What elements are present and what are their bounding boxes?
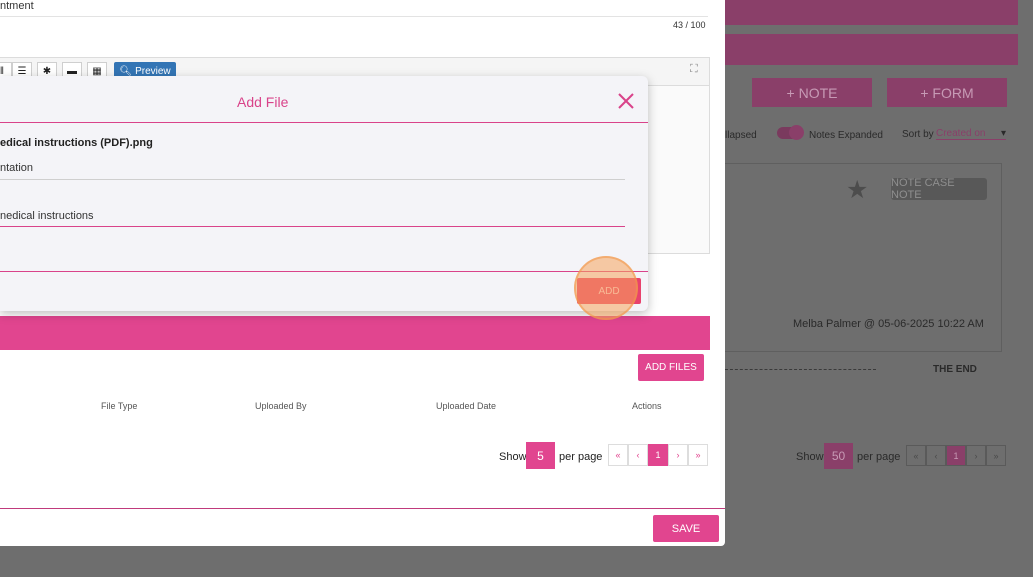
sort-by-label: Sort by	[902, 129, 934, 140]
add-form-button[interactable]: + FORM	[887, 78, 1007, 107]
pager-next[interactable]: ›	[966, 445, 986, 466]
pager-last[interactable]: »	[986, 445, 1006, 466]
file-category-field[interactable]: ntation	[0, 162, 33, 174]
chevron-down-icon: ▾	[1000, 128, 1006, 139]
pager-first[interactable]: «	[608, 444, 628, 466]
per-page-select[interactable]: 5	[526, 442, 555, 469]
pager-last[interactable]: »	[688, 444, 708, 466]
add-files-button[interactable]: ADD FILES	[638, 354, 704, 381]
show-label: Show	[499, 451, 527, 463]
pager-prev[interactable]: ‹	[628, 444, 648, 466]
sort-by-value: Created on	[936, 128, 986, 139]
footer-divider	[0, 508, 725, 509]
background-header-bar	[725, 0, 1018, 25]
pager-first[interactable]: «	[906, 445, 926, 466]
add-button[interactable]: ADD	[577, 278, 641, 304]
background-tab-bar	[725, 34, 1018, 65]
files-section-header	[0, 316, 710, 350]
per-page-label: per page	[559, 451, 603, 463]
column-header-uploaded-date[interactable]: Uploaded Date	[436, 401, 496, 411]
char-counter: 43 / 100	[673, 20, 706, 30]
dialog-title: Add File	[237, 94, 289, 110]
pager-page-1[interactable]: 1	[946, 445, 966, 466]
selected-file-name: edical instructions (PDF).png	[0, 137, 153, 149]
dialog-footer-divider	[0, 271, 648, 272]
notes-collapsed-label: llapsed	[725, 130, 757, 141]
add-file-dialog: Add File edical instructions (PDF).png n…	[0, 76, 648, 311]
note-author-timestamp: Melba Palmer @ 05-06-2025 10:22 AM	[793, 318, 984, 330]
save-button[interactable]: SAVE	[653, 515, 719, 542]
close-icon[interactable]	[617, 92, 635, 110]
subject-field-underline	[0, 16, 708, 17]
add-note-button[interactable]: + NOTE	[752, 78, 872, 107]
file-category-underline	[0, 179, 625, 180]
column-header-uploaded-by[interactable]: Uploaded By	[255, 401, 307, 411]
notes-expanded-toggle[interactable]	[777, 125, 804, 140]
subject-field-value[interactable]: ntment	[0, 0, 34, 12]
per-page-label: per page	[857, 451, 901, 463]
pager-page-1[interactable]: 1	[648, 444, 668, 466]
notes-expanded-label: Notes Expanded	[809, 130, 883, 141]
fullscreen-icon[interactable]: ⛶	[690, 63, 698, 76]
file-description-field[interactable]: nedical instructions	[0, 210, 94, 222]
star-icon[interactable]: ★	[846, 175, 868, 205]
the-end-label: THE END	[933, 364, 977, 375]
show-label: Show	[796, 451, 824, 463]
search-icon: 🔍︎	[119, 65, 133, 77]
pagination: « ‹ 1 › »	[608, 444, 708, 466]
dialog-header-divider	[0, 122, 648, 123]
pager-prev[interactable]: ‹	[926, 445, 946, 466]
pagination: « ‹ 1 › »	[906, 445, 1006, 466]
file-description-underline	[0, 226, 625, 227]
sort-by-select[interactable]: Created on ▾	[936, 128, 1006, 140]
preview-button-label: Preview	[135, 65, 171, 77]
column-header-file-type[interactable]: File Type	[101, 401, 137, 411]
per-page-select[interactable]: 50	[824, 443, 853, 469]
divider	[725, 369, 876, 370]
column-header-actions: Actions	[632, 401, 662, 411]
pager-next[interactable]: ›	[668, 444, 688, 466]
note-type-badge: NOTE CASE NOTE	[891, 177, 987, 201]
